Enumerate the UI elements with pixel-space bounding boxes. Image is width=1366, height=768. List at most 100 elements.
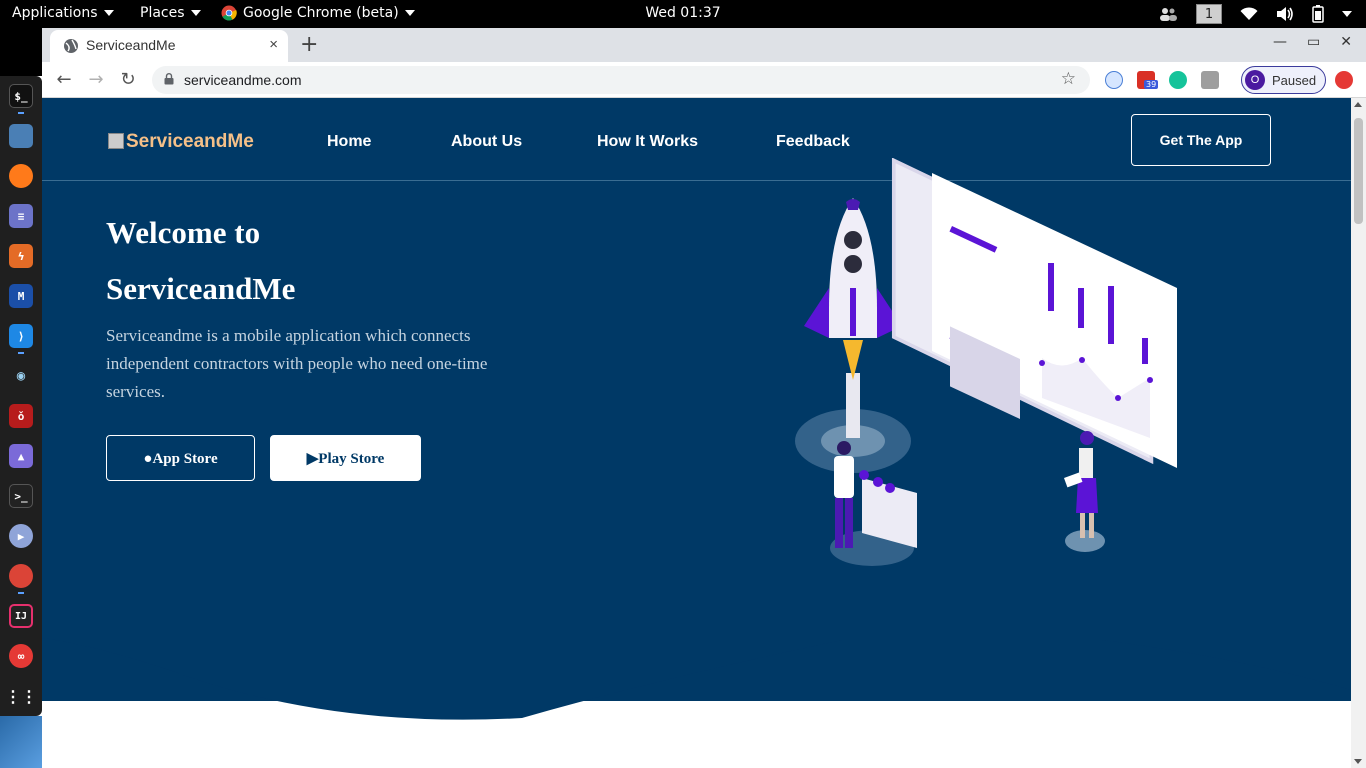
rocket-window (844, 231, 862, 249)
chart-bar (1142, 338, 1148, 364)
image-viewer-icon[interactable]: ▲ (9, 444, 33, 468)
avatar: O (1245, 70, 1265, 90)
wifi-icon[interactable] (1240, 7, 1258, 21)
vertical-scrollbar[interactable] (1351, 98, 1366, 768)
play-store-button[interactable]: ▶Play Store (270, 435, 421, 481)
places-menu[interactable]: Places (140, 5, 201, 21)
person-torso (834, 456, 854, 498)
app-store-label: App Store (152, 451, 218, 467)
address-bar[interactable]: serviceandme.com ☆ (152, 66, 1090, 94)
rocket-fin-left (804, 288, 829, 338)
lock-icon[interactable] (164, 73, 174, 85)
running-indicator (18, 352, 24, 354)
intellij-icon[interactable]: IJ (9, 604, 33, 628)
browser-toolbar: ← → ↻ serviceandme.com ☆ 39 O Paused (42, 62, 1366, 98)
chart-point (1039, 360, 1045, 366)
person-leg (835, 498, 843, 548)
control-button (873, 477, 883, 487)
forward-button[interactable]: → (84, 68, 108, 92)
browser-window: ServiceandMe × + — ▭ ✕ ← → ↻ serviceandm… (42, 28, 1366, 768)
nav-feedback[interactable]: Feedback (776, 133, 850, 151)
chart-bar (1078, 288, 1084, 328)
system-tray[interactable]: 1 (1158, 4, 1352, 24)
grammarly-icon[interactable] (1169, 71, 1187, 89)
system-top-bar: Applications Places Google Chrome (beta)… (0, 0, 1366, 28)
extension-upload-icon[interactable] (1335, 71, 1353, 89)
tab-serviceandme[interactable]: ServiceandMe × (50, 30, 288, 62)
media-player-icon[interactable]: ▶ (9, 524, 33, 548)
hero-title-line2: ServiceandMe (106, 271, 296, 306)
rocket-exhaust (846, 373, 860, 438)
restore-button[interactable]: ▭ (1307, 34, 1320, 50)
scroll-down-arrow[interactable] (1354, 759, 1362, 764)
volume-icon[interactable] (1276, 6, 1294, 22)
glasses-app-icon[interactable]: ∞ (9, 644, 33, 668)
person-head (837, 441, 851, 455)
chart-bar (1048, 263, 1054, 311)
malwarebytes-icon[interactable]: M (9, 284, 33, 308)
extension-compass-icon[interactable] (1105, 71, 1123, 89)
applications-menu[interactable]: Applications (12, 5, 114, 21)
desktop-background (0, 28, 42, 76)
close-window-button[interactable]: ✕ (1340, 34, 1352, 50)
profile-status: Paused (1272, 73, 1317, 88)
eye-icon[interactable]: ◉ (9, 364, 33, 388)
terminal-icon[interactable]: $_ (9, 84, 33, 108)
extension-download-icon[interactable]: 39 (1137, 71, 1159, 89)
nav-about-us[interactable]: About Us (451, 133, 522, 151)
back-button[interactable]: ← (52, 68, 76, 92)
scrollbar-thumb[interactable] (1354, 118, 1363, 224)
minimize-button[interactable]: — (1273, 34, 1287, 50)
extension-puzzle-icon[interactable] (1201, 71, 1219, 89)
app-store-button[interactable]: ●App Store (106, 435, 255, 481)
rocket-stripe (850, 288, 856, 336)
chevron-down-icon[interactable] (1342, 11, 1352, 17)
firefox-icon[interactable] (9, 164, 33, 188)
places-menu-label: Places (140, 5, 185, 21)
play-icon: ▶ (306, 451, 319, 467)
terminal-2-icon[interactable]: >_ (9, 484, 33, 508)
reload-button[interactable]: ↻ (116, 68, 140, 92)
globe-icon (64, 39, 78, 53)
active-app-label: Google Chrome (beta) (243, 5, 399, 21)
vscode-icon[interactable]: ⟩ (9, 324, 33, 348)
running-indicator (18, 112, 24, 114)
battery-icon[interactable] (1312, 5, 1324, 23)
new-tab-button[interactable]: + (300, 32, 318, 57)
person-torso (1079, 448, 1093, 478)
chevron-down-icon (404, 10, 415, 16)
text-editor-icon[interactable]: ≡ (9, 204, 33, 228)
window-controls: — ▭ ✕ (1273, 34, 1352, 50)
chrome-icon[interactable] (9, 564, 33, 588)
files-icon[interactable] (9, 124, 33, 148)
workspace-indicator[interactable]: 1 (1196, 4, 1222, 24)
applications-menu-label: Applications (12, 5, 98, 21)
nav-how-it-works[interactable]: How It Works (597, 133, 698, 151)
site-logo[interactable]: ServiceandMe (108, 131, 254, 153)
dock: $_ ≡ ϟ M ⟩ ◉ ǒ ▲ >_ ▶ IJ ∞ ⋮⋮ (0, 76, 42, 716)
profile-button[interactable]: O Paused (1241, 66, 1326, 94)
bookmark-star-icon[interactable]: ☆ (1061, 69, 1076, 89)
chart-point (1115, 395, 1121, 401)
people-icon[interactable] (1158, 6, 1178, 22)
extension-badge: 39 (1144, 80, 1159, 89)
chart-point (1079, 357, 1085, 363)
nav-home[interactable]: Home (327, 133, 371, 151)
chevron-down-icon (103, 10, 114, 16)
chrome-icon (221, 5, 237, 21)
hero-wave-divider (42, 618, 1351, 720)
control-button (859, 470, 869, 480)
cherrytree-icon[interactable]: ǒ (9, 404, 33, 428)
active-app-menu[interactable]: Google Chrome (beta) (221, 5, 415, 21)
close-tab-icon[interactable]: × (269, 36, 278, 53)
hero-title-line1: Welcome to (106, 215, 261, 250)
web-page: ServiceandMe Home About Us How It Works … (42, 98, 1351, 768)
person-leg (1089, 513, 1094, 538)
intellij-icon-label: IJ (14, 610, 28, 622)
tab-strip: ServiceandMe × + — ▭ ✕ (42, 28, 1366, 62)
scroll-up-arrow[interactable] (1354, 102, 1362, 107)
show-apps-icon[interactable]: ⋮⋮ (5, 684, 37, 708)
control-button (885, 483, 895, 493)
burpsuite-icon[interactable]: ϟ (9, 244, 33, 268)
rocket-window (844, 255, 862, 273)
